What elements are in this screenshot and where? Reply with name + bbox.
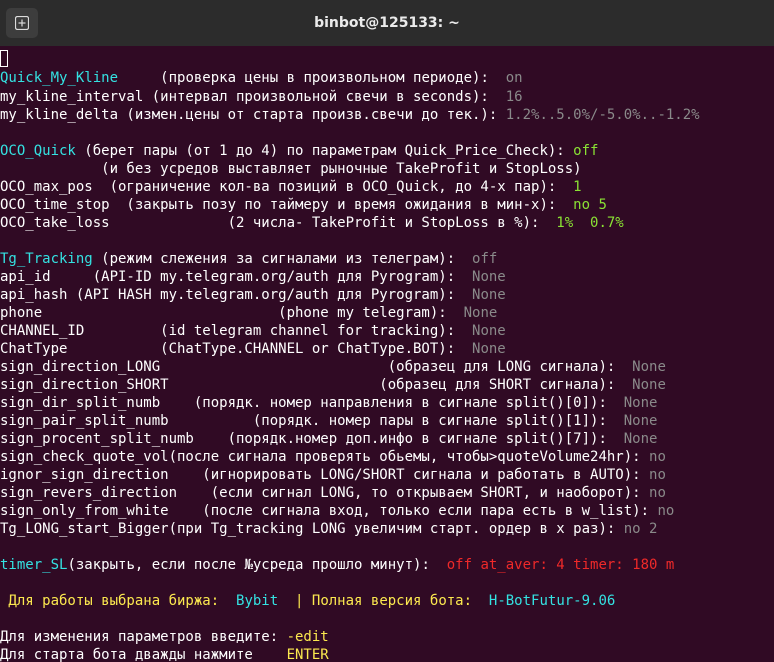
terminal-line: sign_check_quote_vol(после сигнала прове… — [0, 448, 666, 466]
terminal-text: sign_procent_split_numb (порядк.номер до… — [0, 431, 624, 447]
terminal-line: sign_pair_split_numb (порядк. номер пары… — [0, 412, 657, 430]
terminal-line: timer_SL(закрыть, если после №усреда про… — [0, 556, 674, 574]
terminal-text: my_kline_interval (интервал произвольной… — [0, 89, 506, 105]
terminal-text: sign_revers_direction (если сигнал LONG,… — [0, 485, 650, 501]
terminal-line: sign_dir_split_numb (порядк. номер напра… — [0, 394, 657, 412]
terminal-text: CHANNEL_ID (id telegram channel for trac… — [0, 323, 473, 339]
terminal-text: api_hash (API HASH my.telegram.org/auth … — [0, 287, 473, 303]
terminal-line: my_kline_delta (измен.цены от старта про… — [0, 106, 700, 124]
terminal-text: None — [623, 413, 658, 429]
terminal-line: sign_direction_SHORT (образец для SHORT … — [0, 376, 666, 394]
terminal-text: Tg_LONG_start_Bigger(при Tg_tracking LON… — [0, 521, 624, 537]
terminal-text: sign_dir_split_numb (порядк. номер напра… — [0, 395, 624, 411]
terminal-text: sign_check_quote_vol(после сигнала прове… — [0, 449, 650, 465]
terminal-text: (берет пары (от 1 до 4) по параметрам Qu… — [75, 143, 574, 159]
terminal-text: None — [472, 287, 506, 303]
terminal-line: phone (phone my telegram): None — [0, 304, 497, 322]
terminal-text: Tg_Tracking — [0, 251, 93, 267]
terminal-text: 1 — [573, 179, 582, 195]
terminal-line: ignor_sign_direction (игнорировать LONG/… — [0, 466, 666, 484]
terminal-text: sign_direction_SHORT (образец для SHORT … — [0, 377, 633, 393]
terminal-text: no 2 — [623, 521, 658, 537]
terminal-line: OCO_time_stop (закрыть позу по таймеру и… — [0, 196, 607, 214]
terminal-text: -edit — [286, 629, 329, 645]
terminal-line: OCO_max_pos (ограничение кол-ва позиций … — [0, 178, 582, 196]
terminal-text: None — [463, 305, 498, 321]
terminal-line: Quick_My_Kline (проверка цены в произвол… — [0, 69, 523, 87]
terminal-text: None — [623, 431, 658, 447]
terminal-text: OCO_Quick — [0, 143, 76, 159]
terminal-text: Quick_My_Kline — [0, 70, 119, 86]
terminal-text: None — [623, 395, 658, 411]
terminal-output[interactable]: Quick_My_Kline (проверка цены в произвол… — [0, 46, 774, 662]
terminal-text: OCO_max_pos (ограничение кол-ва позиций … — [0, 179, 574, 195]
terminal-text: no — [649, 485, 666, 501]
terminal-text: off — [573, 143, 599, 159]
terminal-line: sign_procent_split_numb (порядк.номер до… — [0, 430, 657, 448]
terminal-cursor — [0, 50, 8, 67]
terminal-text: OCO_take_loss (2 числа- TakeProfit и Sto… — [0, 215, 557, 231]
terminal-text: None — [472, 341, 506, 357]
terminal-text: no — [649, 449, 666, 465]
terminal-line: sign_only_from_white (после сигнала вход… — [0, 502, 674, 520]
terminal-line: sign_direction_LONG (образец для LONG си… — [0, 358, 666, 376]
terminal-text: off at_aver: 4 timer: 180 m — [446, 557, 675, 573]
terminal-text: Для старта бота дважды нажмите — [0, 647, 287, 662]
terminal-text: 16 — [505, 89, 523, 105]
terminal-line: CHANNEL_ID (id telegram channel for trac… — [0, 322, 506, 340]
title-bar: binbot@125133: ~ — [0, 0, 774, 47]
terminal-line: Для работы выбрана биржа: Bybit | Полная… — [0, 592, 615, 610]
terminal-text: | Полная версия бота: — [278, 593, 489, 609]
terminal-line: my_kline_interval (интервал произвольной… — [0, 88, 523, 106]
terminal-text: Bybit — [236, 593, 279, 609]
terminal-text: None — [472, 323, 506, 339]
terminal-line: ChatType (ChatType.CHANNEL or ChatType.B… — [0, 340, 506, 358]
terminal-text: (проверка цены в произвольном периоде): — [118, 70, 506, 86]
terminal-text: phone (phone my telegram): — [0, 305, 464, 321]
terminal-text: None — [632, 359, 666, 375]
terminal-text: timer_SL — [0, 557, 68, 573]
terminal-text: sign_only_from_white (после сигнала вход… — [0, 503, 658, 519]
terminal-text: Для работы выбрана биржа: — [0, 593, 237, 609]
terminal-text: sign_pair_split_numb (порядк. номер пары… — [0, 413, 624, 429]
terminal-text: no — [657, 503, 675, 519]
terminal-text: (режим слежения за сигналами из телеграм… — [92, 251, 473, 267]
terminal-text: 1% 0.7% — [556, 215, 624, 231]
terminal-text: no 5 — [573, 197, 607, 213]
terminal-line: OCO_take_loss (2 числа- TakeProfit и Sto… — [0, 214, 624, 232]
terminal-text: 1.2%..5.0%/-5.0%..-1.2% — [505, 107, 700, 123]
terminal-line: Tg_LONG_start_Bigger(при Tg_tracking LON… — [0, 520, 657, 538]
terminal-text: (закрыть, если после №усреда прошло мину… — [67, 557, 447, 573]
terminal-text: on — [505, 70, 523, 86]
terminal-line: (и без усредов выставляет рыночные TakeP… — [0, 160, 582, 178]
terminal-text: ignor_sign_direction (игнорировать LONG/… — [0, 467, 650, 483]
terminal-line: OCO_Quick (берет пары (от 1 до 4) по пар… — [0, 142, 598, 160]
terminal-text: None — [632, 377, 666, 393]
terminal-text: Для изменения параметров введите: — [0, 629, 287, 645]
terminal-text: api_id (API-ID my.telegram.org/auth для … — [0, 269, 473, 285]
terminal-text: (и без усредов выставляет рыночные TakeP… — [0, 161, 582, 177]
terminal-line: sign_revers_direction (если сигнал LONG,… — [0, 484, 666, 502]
terminal-text: H-BotFutur-9.06 — [488, 593, 616, 609]
terminal-text: off — [472, 251, 498, 267]
terminal-text: ENTER — [286, 647, 329, 662]
terminal-line: api_hash (API HASH my.telegram.org/auth … — [0, 286, 506, 304]
terminal-line: Для старта бота дважды нажмите ENTER — [0, 646, 329, 662]
window-title: binbot@125133: ~ — [314, 15, 460, 31]
terminal-text: my_kline_delta (измен.цены от старта про… — [0, 107, 506, 123]
terminal-line: api_id (API-ID my.telegram.org/auth для … — [0, 268, 506, 286]
terminal-text: None — [472, 269, 506, 285]
terminal-text: no — [649, 467, 666, 483]
terminal-line: Tg_Tracking (режим слежения за сигналами… — [0, 250, 497, 268]
terminal-line: Для изменения параметров введите: -edit — [0, 628, 329, 646]
terminal-text: sign_direction_LONG (образец для LONG си… — [0, 359, 633, 375]
terminal-text: OCO_time_stop (закрыть позу по таймеру и… — [0, 197, 574, 213]
terminal-text: ChatType (ChatType.CHANNEL or ChatType.B… — [0, 341, 473, 357]
